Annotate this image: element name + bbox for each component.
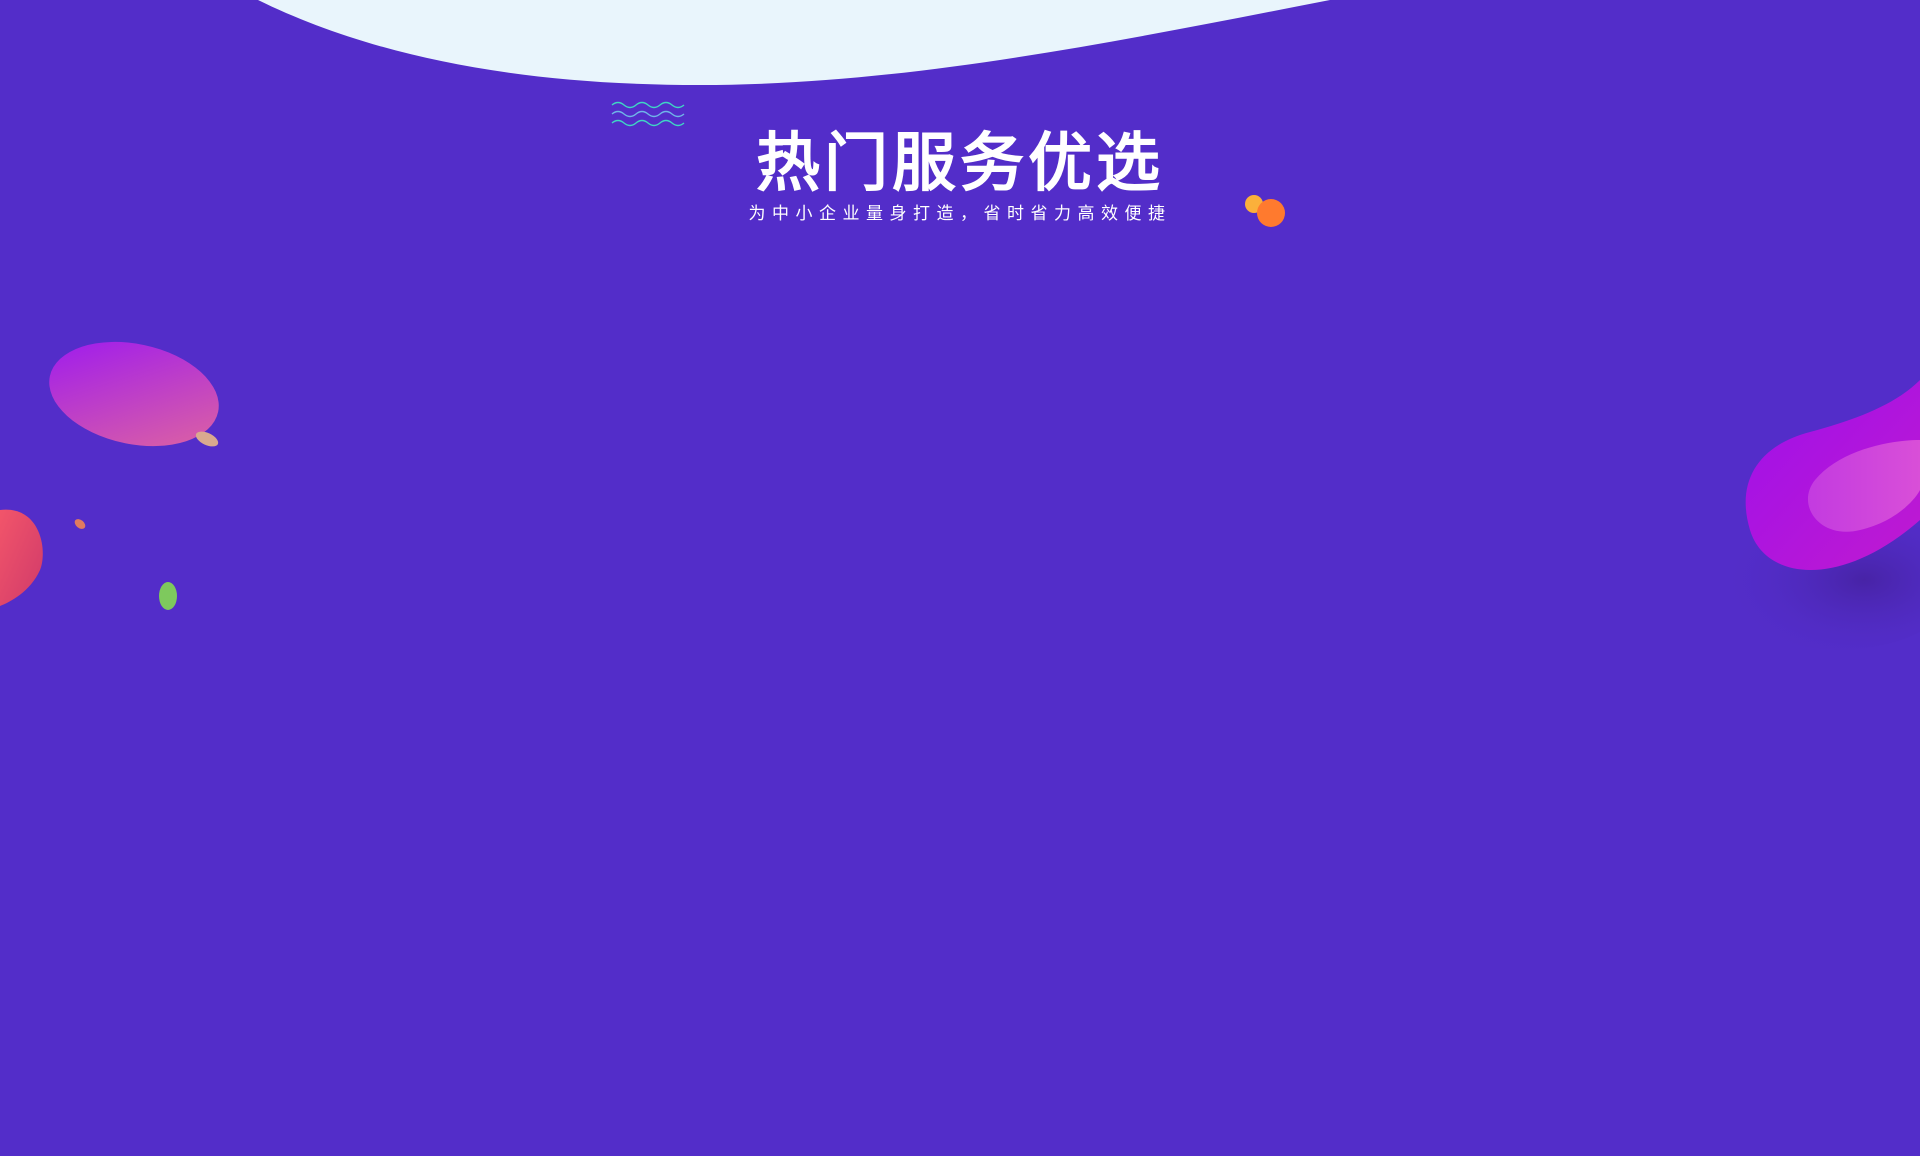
section-title: 热门服务优选 [756, 127, 1164, 201]
orange-dots-icon [1245, 195, 1285, 227]
left-blob-shape [0, 341, 219, 610]
right-blob-shape [1720, 380, 1920, 650]
section-subtitle: 为中小企业量身打造，省时省力高效便捷 [748, 204, 1172, 224]
section-heading: 热门服务优选 为中小企业量身打造，省时省力高效便捷 [0, 124, 1920, 226]
top-wave-shape [258, 0, 1330, 85]
